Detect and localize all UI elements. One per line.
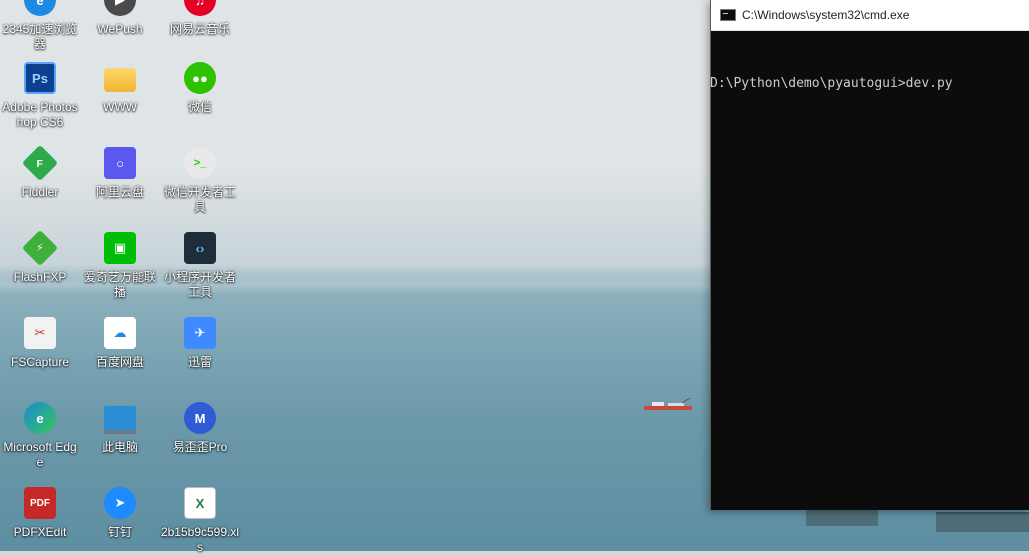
miniprogram-devtools-icon: ‹›: [184, 232, 216, 264]
desktop-icon-label: WWW: [103, 100, 137, 114]
desktop-icon-www-folder[interactable]: WWW: [80, 62, 160, 115]
desktop-icon-flashfxp[interactable]: ⚡ FlashFXP: [0, 229, 80, 285]
cmd-titlebar[interactable]: C:\Windows\system32\cmd.exe: [711, 0, 1029, 31]
wallpaper-pier: [936, 512, 1029, 532]
desktop-icon-label: Adobe Photoshop CS6: [2, 100, 78, 129]
fscapture-icon: ✂: [24, 317, 56, 349]
desktop-icon-label: 网易云音乐: [169, 22, 230, 36]
desktop-icon-label: FlashFXP: [13, 270, 67, 284]
desktop-icon-label: Fiddler: [21, 185, 59, 199]
netease-music-icon: ♫: [184, 0, 216, 16]
desktop-icon-miniprogram-devtools[interactable]: ‹› 小程序开发者工具: [160, 232, 240, 300]
desktop-icon-photoshop[interactable]: Ps Adobe Photoshop CS6: [0, 62, 80, 130]
desktop-icon-baidu-netdisk[interactable]: ☁ 百度网盘: [80, 317, 160, 370]
this-pc-icon: [104, 406, 136, 434]
desktop-icon-label: Microsoft Edge: [3, 440, 77, 469]
desktop-icon-label: PDFXEdit: [13, 525, 67, 539]
desktop-icon-label: 此电脑: [101, 440, 138, 454]
desktop-icon-wechat-devtools[interactable]: >_ 微信开发者工具: [160, 147, 240, 215]
wechat-devtools-icon: >_: [184, 147, 216, 179]
cmd-prompt-line: D:\Python\demo\pyautogui>dev.py: [710, 76, 953, 91]
desktop-icon-label: 爱奇艺万能联播: [83, 270, 156, 299]
desktop-icon-wechat[interactable]: ●● 微信: [160, 62, 240, 115]
browser-2345-icon: e: [24, 0, 56, 16]
iqiyi-icon: ▣: [104, 232, 136, 264]
folder-icon: [104, 68, 136, 92]
desktop-icon-label: 阿里云盘: [95, 185, 144, 199]
desktop-icon-label: 钉钉: [107, 525, 132, 539]
pdfxedit-icon: PDF: [24, 487, 56, 519]
desktop-icon-dingtalk[interactable]: ➤ 钉钉: [80, 487, 160, 540]
wepush-icon: ▶: [104, 0, 136, 16]
excel-file-icon: X: [184, 487, 216, 519]
cmd-console[interactable]: D:\Python\demo\pyautogui>dev.py: [710, 31, 1029, 121]
desktop-icon-this-pc[interactable]: 此电脑: [80, 402, 160, 455]
dingtalk-icon: ➤: [104, 487, 136, 519]
photoshop-icon: Ps: [24, 62, 56, 94]
desktop-icon-microsoft-edge[interactable]: e Microsoft Edge: [0, 402, 80, 470]
xunlei-icon: ✈: [184, 317, 216, 349]
fiddler-icon: F: [21, 144, 59, 182]
desktop-icon-pdfxedit[interactable]: PDF PDFXEdit: [0, 487, 80, 540]
desktop-icon-label: 百度网盘: [95, 355, 144, 369]
baidu-netdisk-icon: ☁: [104, 317, 136, 349]
desktop-icon-aliyun-drive[interactable]: ○ 阿里云盘: [80, 147, 160, 200]
desktop-icon-label: WePush: [97, 22, 143, 36]
desktop-icon-excel-file[interactable]: X 2b15b9c599.xls: [160, 487, 240, 555]
desktop-icon-fscapture[interactable]: ✂ FSCapture: [0, 317, 80, 370]
flashfxp-icon: ⚡: [21, 229, 59, 267]
desktop-icon-label: 小程序开发者工具: [163, 270, 236, 299]
desktop-icon-label: 微信: [187, 100, 212, 114]
desktop-icon-label: 2345加速浏览器: [2, 22, 78, 51]
cmd-app-icon: [720, 9, 736, 21]
edge-icon: e: [24, 402, 56, 434]
desktop-icon-label: 微信开发者工具: [163, 185, 236, 214]
desktop-icon-2345-browser[interactable]: e 2345加速浏览器: [0, 0, 80, 52]
yiwaiwai-icon: M: [184, 402, 216, 434]
desktop-icon-wepush[interactable]: ▶ WePush: [80, 0, 160, 37]
wallpaper-ship: [644, 398, 692, 410]
desktop-icon-netease-music[interactable]: ♫ 网易云音乐: [160, 0, 240, 37]
desktop-icon-label: 迅雷: [187, 355, 212, 369]
desktop-icon-xunlei[interactable]: ✈ 迅雷: [160, 317, 240, 370]
wechat-icon: ●●: [184, 62, 216, 94]
aliyun-drive-icon: ○: [104, 147, 136, 179]
desktop-icon-fiddler[interactable]: F Fiddler: [0, 144, 80, 200]
cmd-window[interactable]: C:\Windows\system32\cmd.exe D:\Python\de…: [710, 0, 1029, 510]
desktop-icon-yiwaiwai-pro[interactable]: M 易歪歪Pro: [160, 402, 240, 455]
desktop-icon-iqiyi[interactable]: ▣ 爱奇艺万能联播: [80, 232, 160, 300]
cmd-window-title: C:\Windows\system32\cmd.exe: [742, 8, 910, 22]
desktop-icon-label: 易歪歪Pro: [172, 440, 228, 454]
desktop-icon-label: FSCapture: [10, 355, 70, 369]
